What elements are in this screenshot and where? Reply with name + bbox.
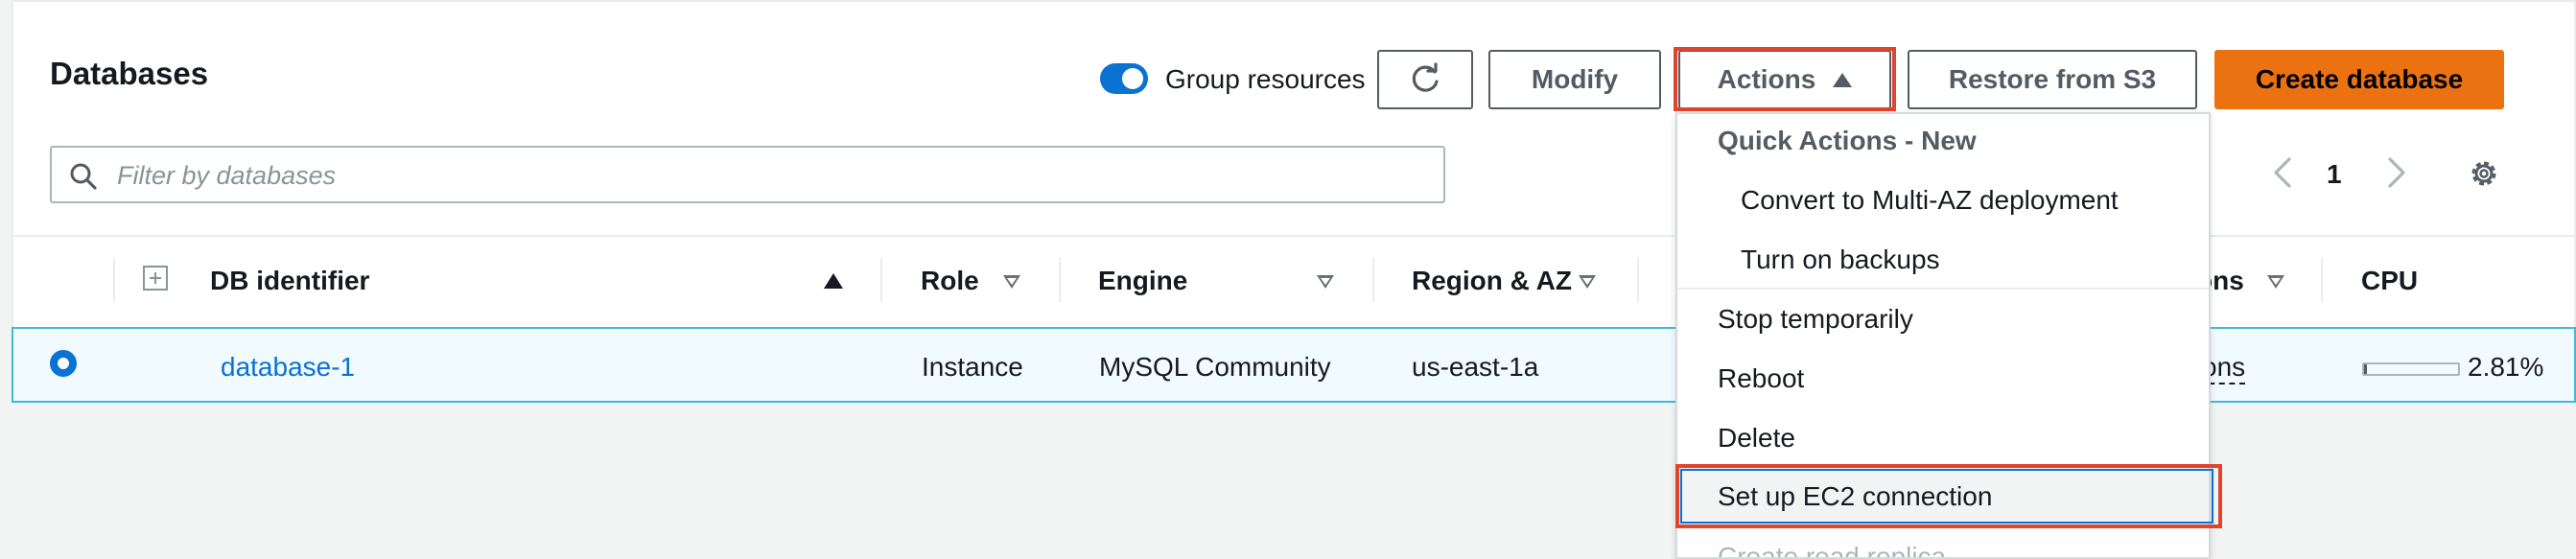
row-radio-button[interactable] xyxy=(50,350,77,377)
sort-icon[interactable] xyxy=(1317,275,1334,289)
filter-search-field[interactable]: Filter by databases xyxy=(50,146,1445,203)
group-resources-toggle[interactable] xyxy=(1100,63,1148,94)
menu-item-convert-multi-az[interactable]: Convert to Multi-AZ deployment xyxy=(1677,185,2209,216)
refresh-button[interactable] xyxy=(1377,50,1473,109)
column-engine[interactable]: Engine xyxy=(1098,266,1187,296)
menu-item-turn-on-backups[interactable]: Turn on backups xyxy=(1677,245,2209,275)
column-region-az[interactable]: Region & AZ xyxy=(1412,266,1572,296)
region-az-cell: us-east-1a xyxy=(1412,352,1539,382)
actions-highlight-box xyxy=(1674,47,1896,111)
expand-all-icon[interactable] xyxy=(143,266,168,291)
role-cell: Instance xyxy=(922,352,1023,382)
menu-item-delete[interactable]: Delete xyxy=(1677,423,2209,454)
cpu-progress-bar xyxy=(2362,362,2460,376)
column-separator xyxy=(1059,258,1061,302)
column-cpu[interactable]: CPU xyxy=(2361,266,2418,296)
column-role[interactable]: Role xyxy=(921,266,979,296)
cpu-progress-fill xyxy=(2364,364,2367,374)
group-resources-label: Group resources xyxy=(1165,64,1366,94)
menu-item-reboot[interactable]: Reboot xyxy=(1677,363,2209,394)
sort-icon[interactable] xyxy=(1579,275,1596,289)
menu-divider xyxy=(1677,288,2209,290)
chevron-right-icon[interactable] xyxy=(2382,155,2411,190)
cpu-value: 2.81% xyxy=(2468,352,2544,382)
search-placeholder: Filter by databases xyxy=(117,161,337,190)
column-db-identifier[interactable]: DB identifier xyxy=(210,266,369,296)
sort-icon[interactable] xyxy=(1003,275,1020,289)
page-title: Databases xyxy=(50,56,209,91)
db-identifier-link[interactable]: database-1 xyxy=(221,352,355,383)
toggle-knob xyxy=(1122,68,1143,89)
gear-icon[interactable] xyxy=(2467,156,2501,191)
refresh-icon xyxy=(1412,62,1439,92)
column-separator xyxy=(1372,258,1374,302)
engine-cell: MySQL Community xyxy=(1099,352,1331,382)
page-number[interactable]: 1 xyxy=(2327,159,2342,190)
create-database-button[interactable]: Create database xyxy=(2214,50,2504,109)
restore-from-s3-button[interactable]: Restore from S3 xyxy=(1908,50,2197,109)
modify-button[interactable]: Modify xyxy=(1488,50,1661,109)
column-separator xyxy=(2321,258,2323,302)
column-separator xyxy=(880,258,882,302)
chevron-left-icon[interactable] xyxy=(2268,155,2297,190)
sort-ascending-icon[interactable] xyxy=(824,273,843,289)
menu-item-stop-temporarily[interactable]: Stop temporarily xyxy=(1677,304,2209,335)
search-icon xyxy=(70,163,97,190)
column-separator xyxy=(113,258,115,302)
ec2-highlight-box xyxy=(1675,464,2222,528)
menu-group-quick-actions: Quick Actions - New xyxy=(1718,126,1977,155)
sort-icon[interactable] xyxy=(2267,275,2284,289)
column-separator xyxy=(1637,258,1639,302)
menu-item-create-read-replica: Create read replica xyxy=(1718,542,1947,559)
